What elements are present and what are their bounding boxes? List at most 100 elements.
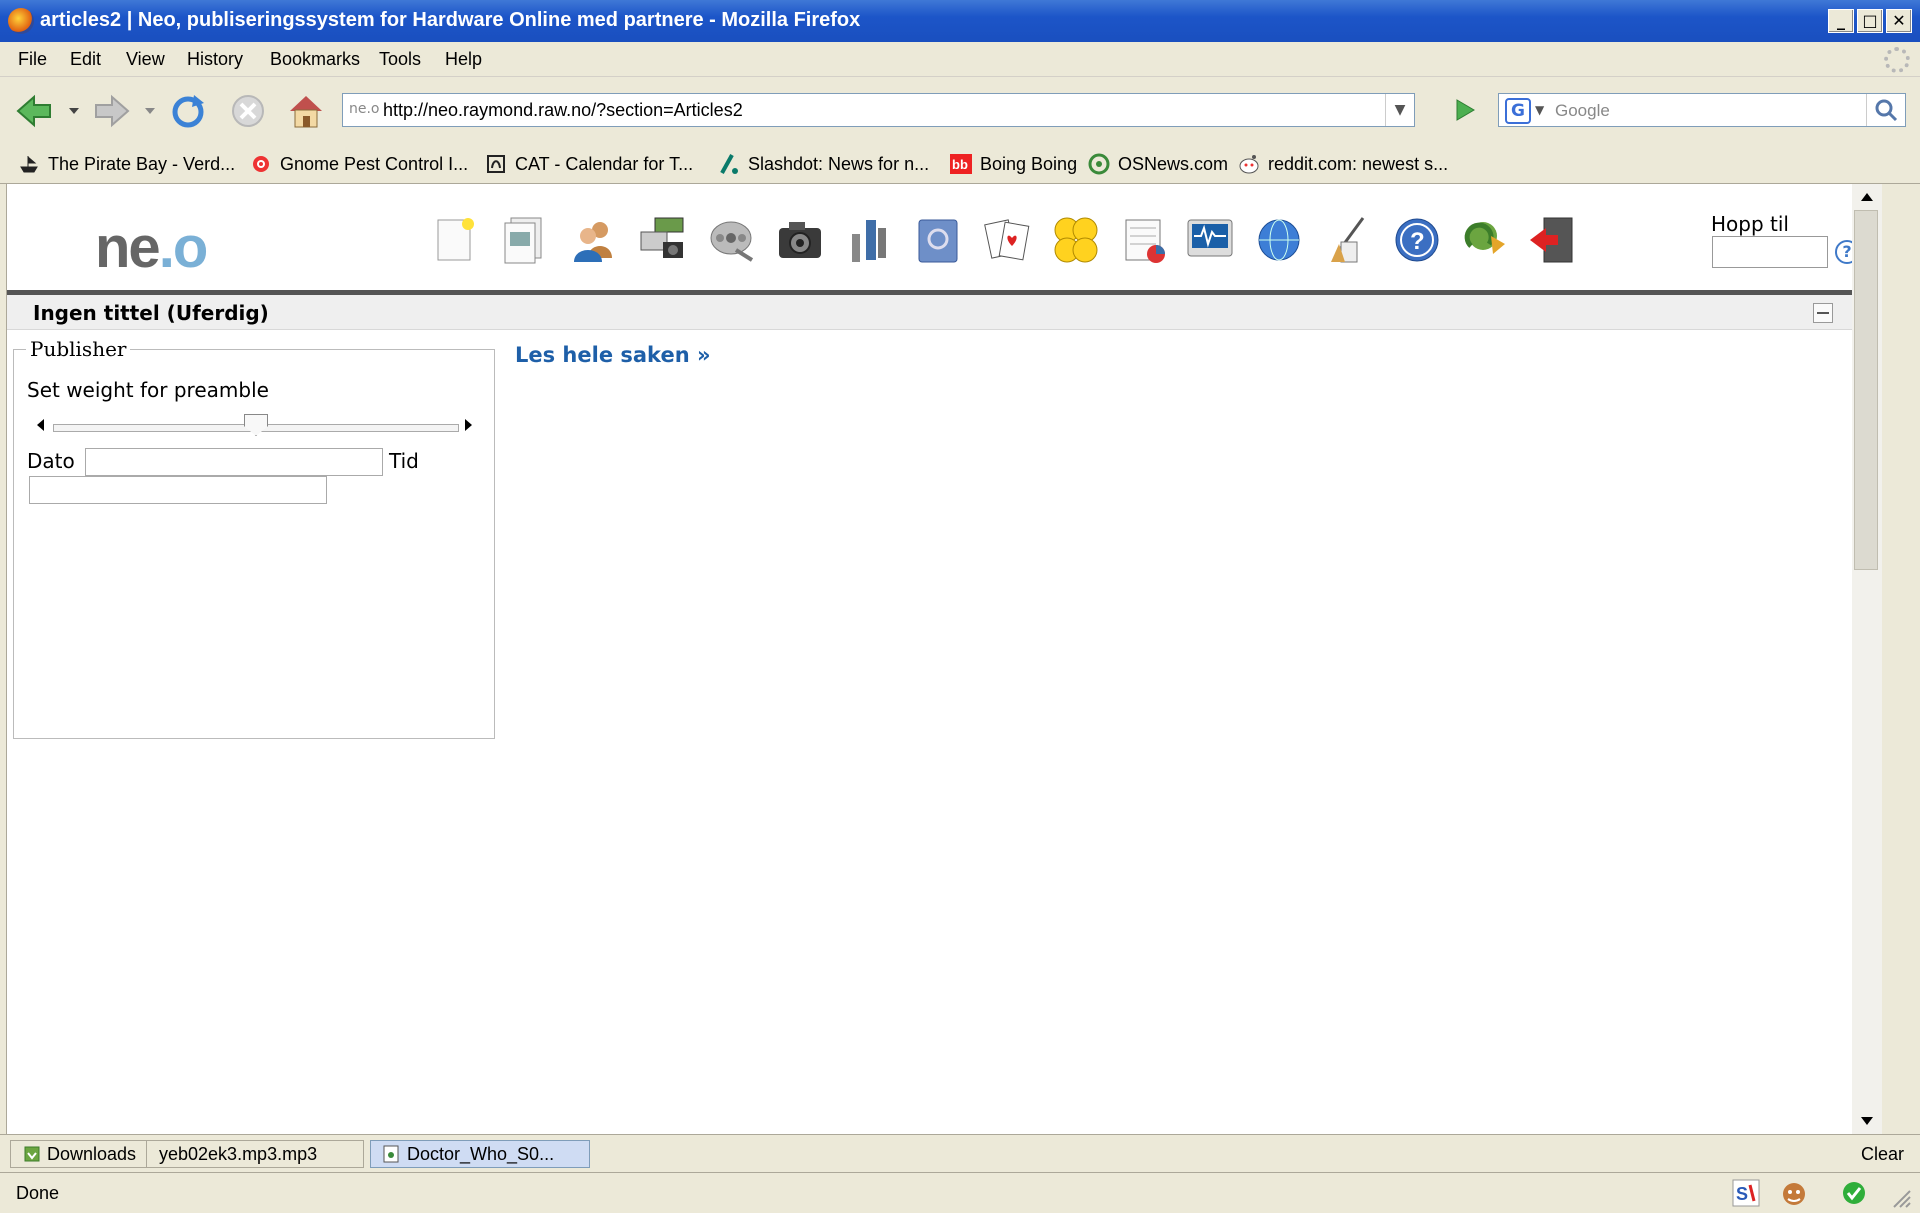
reload-icon[interactable] (168, 91, 208, 131)
globe-icon[interactable] (1254, 214, 1304, 266)
time-input[interactable] (29, 476, 327, 504)
pirate-ship-icon (20, 156, 38, 173)
cards-icon[interactable] (982, 214, 1032, 266)
bookmark-boing-boing[interactable]: bb Boing Boing (950, 153, 1077, 175)
bookmark-label: CAT - Calendar for T... (515, 154, 694, 174)
slider-left-arrow-icon[interactable] (37, 419, 44, 431)
status-text: Done (16, 1183, 60, 1203)
search-input[interactable]: Google (1555, 101, 1610, 121)
bookmark-osnews[interactable]: OSNews.com (1088, 153, 1228, 175)
publisher-legend: Publisher (30, 337, 127, 361)
vertical-scrollbar[interactable] (1852, 184, 1882, 1134)
scrollbar-thumb[interactable] (1854, 210, 1878, 570)
users-icon[interactable] (568, 214, 618, 266)
menu-history[interactable]: History (187, 49, 243, 70)
menu-help[interactable]: Help (445, 49, 482, 70)
forward-arrow-icon[interactable] (92, 91, 132, 131)
go-arrow-icon[interactable] (1450, 95, 1480, 125)
read-more-link[interactable]: Les hele saken » (515, 343, 711, 367)
slider-right-arrow-icon[interactable] (465, 419, 472, 431)
boingboing-icon: bb (950, 154, 972, 174)
collapse-panel-button[interactable] (1813, 303, 1833, 323)
forward-history-dropdown-icon[interactable] (140, 91, 160, 131)
stumbleupon-icon[interactable]: S (1732, 1179, 1760, 1207)
menu-tools[interactable]: Tools (379, 49, 421, 70)
downloads-bar: Downloads yeb02ek3.mp3.mp3 Doctor_Who_S0… (0, 1134, 1920, 1173)
bookmark-slashdot[interactable]: Slashdot: News for n... (718, 153, 929, 175)
downloads-button[interactable]: Downloads (10, 1140, 150, 1168)
logo-text: ne (95, 215, 161, 280)
firefox-icon (8, 8, 34, 34)
refresh-icon[interactable] (1461, 214, 1511, 266)
clear-downloads-button[interactable]: Clear (1861, 1144, 1904, 1165)
address-book-icon[interactable] (913, 214, 963, 266)
close-button[interactable]: ✕ (1886, 9, 1912, 33)
logo-o: o (172, 215, 208, 280)
scroll-down-icon[interactable] (1858, 1114, 1876, 1128)
svg-text:S: S (1736, 1184, 1748, 1204)
throbber-icon (1884, 47, 1910, 73)
date-label: Dato (27, 449, 75, 473)
bookmark-label: Gnome Pest Control I... (280, 154, 469, 174)
jump-to-input[interactable] (1712, 236, 1828, 268)
svg-text:bb: bb (952, 157, 968, 172)
navigation-toolbar: ne.o http://neo.raymond.raw.no/?section=… (0, 77, 1920, 143)
stop-icon[interactable] (228, 91, 268, 131)
resize-grip-icon[interactable] (1890, 1187, 1912, 1209)
menu-bookmarks[interactable]: Bookmarks (270, 49, 360, 70)
new-document-icon[interactable] (430, 214, 480, 266)
monitor-icon[interactable] (1185, 214, 1235, 266)
bookmark-label: Boing Boing (980, 154, 1078, 174)
download-item-label: Doctor_Who_S0... (407, 1144, 555, 1164)
bookmark-reddit[interactable]: reddit.com: newest s... (1238, 153, 1448, 175)
ok-check-icon[interactable] (1840, 1179, 1868, 1207)
bookmark-cat-calendar[interactable]: CAT - Calendar for T... (485, 153, 693, 175)
search-engine-icon[interactable]: G (1505, 98, 1531, 124)
smileys-icon[interactable] (1051, 214, 1101, 266)
hardware-icon[interactable] (637, 214, 687, 266)
url-bar[interactable]: ne.o http://neo.raymond.raw.no/?section=… (342, 93, 1415, 127)
jump-to-label: Hopp til (1711, 212, 1789, 236)
tools-icon[interactable] (844, 214, 894, 266)
window-titlebar: articles2 | Neo, publiseringssystem for … (0, 0, 1920, 42)
bookmark-pirate-bay[interactable]: The Pirate Bay - Verd... (18, 153, 235, 175)
camera-icon[interactable] (775, 214, 825, 266)
slashdot-icon (720, 154, 738, 174)
menu-bar: File Edit View History Bookmarks Tools H… (0, 42, 1920, 77)
bug-icon (253, 156, 269, 172)
film-reel-icon[interactable] (706, 214, 756, 266)
help-icon[interactable]: ? (1392, 214, 1442, 266)
maximize-button[interactable]: □ (1857, 9, 1883, 33)
menu-edit[interactable]: Edit (70, 49, 101, 70)
status-bar: Done S (0, 1172, 1920, 1213)
home-icon[interactable] (286, 91, 326, 131)
search-box[interactable]: G ▼ Google (1498, 93, 1906, 127)
panel-header: Ingen tittel (Uferdig) (7, 295, 1853, 330)
download-item[interactable]: Doctor_Who_S0... (370, 1140, 590, 1168)
bookmark-label: Slashdot: News for n... (748, 154, 930, 174)
paint-tools-icon[interactable] (1323, 214, 1373, 266)
url-history-dropdown-icon[interactable]: ▼ (1385, 94, 1414, 126)
back-arrow-icon[interactable] (14, 91, 54, 131)
svg-text:?: ? (1410, 228, 1425, 255)
date-input[interactable] (85, 448, 383, 476)
neo-logo[interactable]: ne.o (95, 214, 208, 281)
articles-icon[interactable] (499, 214, 549, 266)
greasemonkey-icon[interactable] (1780, 1179, 1808, 1207)
engine-dropdown-icon[interactable]: ▼ (1535, 103, 1544, 117)
logout-icon[interactable] (1526, 214, 1576, 266)
reddit-icon (1239, 155, 1259, 174)
minimize-button[interactable]: _ (1828, 9, 1854, 33)
bookmark-label: The Pirate Bay - Verd... (48, 154, 236, 174)
bookmark-label: reddit.com: newest s... (1268, 154, 1449, 174)
download-item[interactable]: yeb02ek3.mp3.mp3 (146, 1140, 364, 1168)
menu-file[interactable]: File (18, 49, 47, 70)
search-icon[interactable] (1866, 94, 1905, 126)
bookmark-label: OSNews.com (1118, 154, 1229, 174)
url-text[interactable]: http://neo.raymond.raw.no/?section=Artic… (383, 100, 743, 121)
menu-view[interactable]: View (126, 49, 165, 70)
calendar-chart-icon[interactable] (1120, 214, 1170, 266)
back-history-dropdown-icon[interactable] (64, 91, 84, 131)
bookmark-gnome-pest[interactable]: Gnome Pest Control I... (250, 153, 468, 175)
scroll-up-icon[interactable] (1858, 190, 1876, 204)
